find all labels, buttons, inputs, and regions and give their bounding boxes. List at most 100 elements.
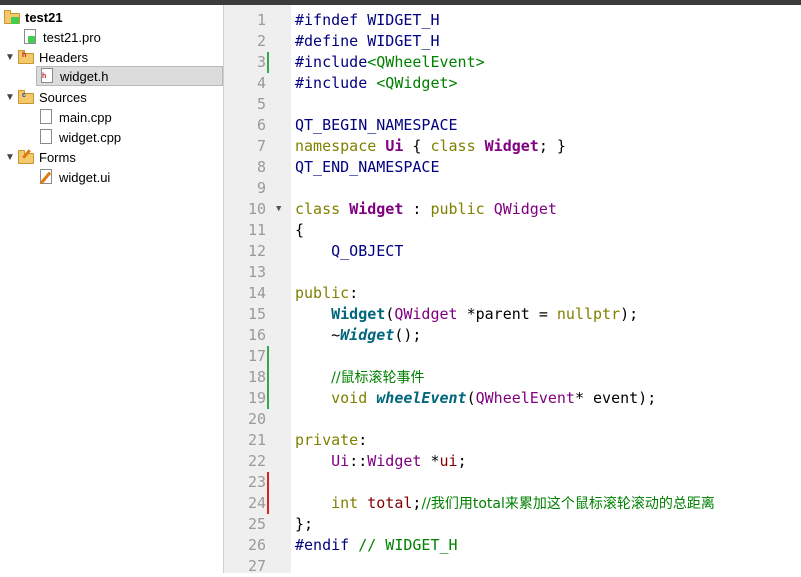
code-text[interactable]: Widget(QWidget *parent = nullptr);	[295, 304, 638, 325]
code-text[interactable]: private:	[295, 430, 367, 451]
code-text[interactable]: #define WIDGET_H	[295, 31, 440, 52]
code-line[interactable]: 16 ~Widget();	[224, 325, 801, 346]
code-text[interactable]: public:	[295, 283, 358, 304]
code-text[interactable]: };	[295, 514, 313, 535]
code-line[interactable]: 10 ▼ class Widget : public QWidget	[224, 199, 801, 220]
tree-item-pro-file[interactable]: test21.pro	[22, 27, 101, 47]
code-text[interactable]: QT_BEGIN_NAMESPACE	[295, 115, 458, 136]
line-number: 20	[247, 410, 266, 428]
code-line[interactable]: 6 QT_BEGIN_NAMESPACE	[224, 115, 801, 136]
tree-item-label: Sources	[39, 89, 87, 105]
line-number: 2	[256, 32, 266, 50]
line-number: 23	[247, 473, 266, 491]
cpp-file-icon	[38, 129, 54, 145]
sources-folder-icon: c	[18, 89, 34, 105]
line-number: 27	[247, 557, 266, 575]
tree-item-label: Headers	[39, 49, 89, 65]
line-number: 10	[247, 200, 266, 218]
code-line[interactable]: 21 private:	[224, 430, 801, 451]
code-line[interactable]: 12 Q_OBJECT	[224, 241, 801, 262]
code-text[interactable]: Ui::Widget *ui;	[295, 451, 466, 472]
modified-line-marker	[267, 346, 269, 367]
tree-item-label: test21.pro	[43, 29, 101, 45]
code-line[interactable]: 25 };	[224, 514, 801, 535]
fold-arrow-icon[interactable]: ▼	[276, 199, 281, 220]
line-number: 16	[247, 326, 266, 344]
tree-item-label: widget.ui	[59, 169, 111, 185]
tree-item-sources[interactable]: ▼ c Sources	[4, 87, 87, 107]
project-root-label: test21	[25, 9, 63, 25]
code-editor[interactable]: 1 #ifndef WIDGET_H 2 #define WIDGET_H 3 …	[224, 5, 801, 575]
line-number: 9	[256, 179, 266, 197]
line-number: 15	[247, 305, 266, 323]
code-text[interactable]: namespace Ui { class Widget; }	[295, 136, 566, 157]
code-line[interactable]: 24 int total;//我们用total来累加这个鼠标滚轮滚动的总距离	[224, 493, 801, 514]
pro-file-icon	[22, 29, 38, 45]
code-line[interactable]: 13	[224, 262, 801, 283]
tree-item-widget-cpp[interactable]: widget.cpp	[38, 127, 121, 147]
code-line[interactable]: 18 //鼠标滚轮事件	[224, 367, 801, 388]
code-text[interactable]: class Widget : public QWidget	[295, 199, 557, 220]
code-text[interactable]: ~Widget();	[295, 325, 421, 346]
project-root[interactable]: test21	[4, 7, 63, 27]
code-line[interactable]: 9	[224, 178, 801, 199]
code-text[interactable]: #include <QWidget>	[295, 73, 458, 94]
code-line[interactable]: 1 #ifndef WIDGET_H	[224, 10, 801, 31]
code-line[interactable]: 11 {	[224, 220, 801, 241]
code-text[interactable]: //鼠标滚轮事件	[295, 367, 424, 389]
tree-item-headers[interactable]: ▼ h Headers	[4, 47, 88, 67]
tree-item-widget-ui[interactable]: widget.ui	[38, 167, 110, 187]
code-line[interactable]: 26 #endif // WIDGET_H	[224, 535, 801, 556]
code-line[interactable]: 17	[224, 346, 801, 367]
line-number: 19	[247, 389, 266, 407]
code-line[interactable]: 14 public:	[224, 283, 801, 304]
code-text[interactable]: int total;//我们用total来累加这个鼠标滚轮滚动的总距离	[295, 493, 715, 515]
code-text[interactable]: #include<QWheelEvent>	[295, 52, 485, 73]
error-line-marker	[267, 493, 269, 514]
line-number: 1	[256, 11, 266, 29]
line-number: 4	[256, 74, 266, 92]
code-line[interactable]: 4 #include <QWidget>	[224, 73, 801, 94]
forms-folder-icon	[18, 149, 34, 165]
expand-arrow-icon[interactable]: ▼	[4, 92, 16, 103]
line-number: 7	[256, 137, 266, 155]
line-number: 3	[256, 53, 266, 71]
code-line[interactable]: 3 #include<QWheelEvent>	[224, 52, 801, 73]
line-number: 25	[247, 515, 266, 533]
code-line[interactable]: 8 QT_END_NAMESPACE	[224, 157, 801, 178]
line-number: 11	[247, 221, 266, 239]
code-text[interactable]: {	[295, 220, 304, 241]
code-text[interactable]: #ifndef WIDGET_H	[295, 10, 440, 31]
cpp-file-icon	[38, 109, 54, 125]
code-line[interactable]: 19 void wheelEvent(QWheelEvent* event);	[224, 388, 801, 409]
modified-line-marker	[267, 388, 269, 409]
tree-item-label: widget.cpp	[59, 129, 122, 145]
line-number: 8	[256, 158, 266, 176]
modified-line-marker	[267, 367, 269, 388]
code-line[interactable]: 2 #define WIDGET_H	[224, 31, 801, 52]
tree-item-main-cpp[interactable]: main.cpp	[38, 107, 112, 127]
code-line[interactable]: 15 Widget(QWidget *parent = nullptr);	[224, 304, 801, 325]
modified-line-marker	[267, 52, 269, 73]
tree-item-forms[interactable]: ▼ Forms	[4, 147, 76, 167]
qt-project-folder-icon	[4, 9, 20, 25]
code-line[interactable]: 22 Ui::Widget *ui;	[224, 451, 801, 472]
line-number: 14	[247, 284, 266, 302]
code-text[interactable]: Q_OBJECT	[295, 241, 403, 262]
tree-item-widget-h[interactable]: h widget.h	[36, 66, 223, 86]
code-text[interactable]: void wheelEvent(QWheelEvent* event);	[295, 388, 656, 409]
line-number: 17	[247, 347, 266, 365]
code-line[interactable]: 5	[224, 94, 801, 115]
code-line[interactable]: 20	[224, 409, 801, 430]
ui-file-icon	[38, 169, 54, 185]
code-text[interactable]: QT_END_NAMESPACE	[295, 157, 440, 178]
error-line-marker	[267, 472, 269, 493]
project-tree[interactable]: test21 test21.pro ▼ h Headers h widget.h…	[0, 5, 224, 573]
tree-item-label: main.cpp	[59, 109, 112, 125]
code-line[interactable]: 7 namespace Ui { class Widget; }	[224, 136, 801, 157]
code-line[interactable]: 27	[224, 556, 801, 577]
code-text[interactable]: #endif // WIDGET_H	[295, 535, 458, 556]
expand-arrow-icon[interactable]: ▼	[4, 152, 16, 163]
code-line[interactable]: 23	[224, 472, 801, 493]
expand-arrow-icon[interactable]: ▼	[4, 52, 16, 63]
